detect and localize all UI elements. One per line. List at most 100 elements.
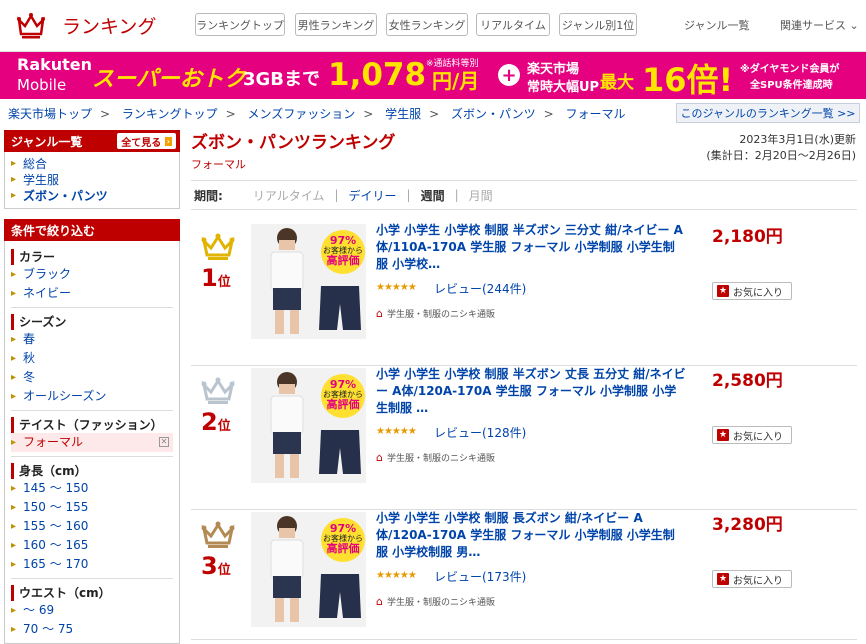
top-header: ランキング ランキングトップ 男性ランキング 女性ランキング リアルタイム ジャ… bbox=[0, 0, 866, 52]
filter-section-waist: ウエスト（cm） bbox=[11, 585, 173, 601]
banner-max: 最大 bbox=[600, 73, 634, 93]
product-title-link[interactable]: 小学 小学生 小学校 制服 長ズボン 紺/ネイビー A体/120A-170A 学… bbox=[376, 510, 686, 561]
nav-ranking-top[interactable]: ランキングトップ bbox=[195, 13, 285, 36]
rank-number: 3位 bbox=[201, 552, 231, 580]
remove-filter-icon[interactable]: ✕ bbox=[159, 437, 169, 447]
rating-stars: ★★★★★ bbox=[376, 570, 417, 581]
review-count-link[interactable]: レビュー(244件) bbox=[434, 280, 526, 297]
genre-list: 総合 学生服 ズボン・パンツ bbox=[4, 152, 180, 209]
genre-item-pants[interactable]: ズボン・パンツ bbox=[11, 188, 173, 204]
crown-icon bbox=[201, 233, 235, 260]
filter-spring[interactable]: 春 bbox=[11, 330, 173, 349]
banner-diamond-note1: ※ダイヤモンド会員が bbox=[740, 64, 840, 75]
banner-line2: 常時大幅UP bbox=[527, 80, 600, 95]
filter-height-160-165[interactable]: 160 ～ 165 bbox=[11, 536, 173, 555]
page-logo-title[interactable]: ランキング bbox=[62, 12, 156, 39]
product-title-link[interactable]: 小学 小学生 小学校 制服 半ズボン 丈長 五分丈 紺/ネイビー A体/120A… bbox=[376, 366, 686, 417]
product-title-link[interactable]: 小学 小学生 小学校 制服 半ズボン 三分丈 紺/ネイビー A体/110A-17… bbox=[376, 222, 686, 273]
product-price: 2,580円 bbox=[712, 371, 783, 391]
filter-height-165-170[interactable]: 165 ～ 170 bbox=[11, 555, 173, 574]
breadcrumb-mens-fashion[interactable]: メンズファッション bbox=[247, 107, 355, 121]
filter-section-color: カラー bbox=[11, 249, 173, 265]
filter-title: 条件で絞り込む bbox=[11, 223, 96, 238]
product-price: 2,180円 bbox=[712, 227, 783, 247]
rating-stars: ★★★★★ bbox=[376, 282, 417, 293]
filter-black[interactable]: ブラック bbox=[11, 265, 173, 284]
shop-house-icon: ⌂ bbox=[376, 451, 383, 464]
add-favorite-button[interactable]: ★ お気に入り bbox=[712, 570, 792, 588]
breadcrumb-rakuten-top[interactable]: 楽天市場トップ bbox=[8, 107, 92, 121]
add-favorite-button[interactable]: ★ お気に入り bbox=[712, 282, 792, 300]
period-selector: 期間: リアルタイム | デイリー | 週間 | 月間 bbox=[191, 180, 857, 210]
promo-banner[interactable]: Rakuten Mobile スーパーおトク 3GBまで 1,078 ※通話料等… bbox=[0, 52, 866, 99]
product-image[interactable]: 97% お客様から 高評価 bbox=[251, 512, 366, 627]
filter-autumn[interactable]: 秋 bbox=[11, 349, 173, 368]
breadcrumb-formal[interactable]: フォーマル bbox=[566, 107, 626, 121]
product-pants-image bbox=[319, 430, 361, 474]
filter-height-150-155[interactable]: 150 ～ 155 bbox=[11, 498, 173, 517]
genre-item-school-uniform[interactable]: 学生服 bbox=[11, 172, 173, 188]
filter-formal-selected[interactable]: フォーマル✕ bbox=[11, 433, 173, 452]
divider bbox=[11, 410, 173, 411]
high-rating-badge: 97% お客様から 高評価 bbox=[321, 518, 365, 562]
other-genre-ranking-link[interactable]: このジャンルのランキング一覧 >> bbox=[676, 103, 860, 123]
high-rating-badge: 97% お客様から 高評価 bbox=[321, 230, 365, 274]
nav-women-ranking[interactable]: 女性ランキング bbox=[386, 13, 468, 36]
product-model-image bbox=[270, 516, 304, 622]
banner-price: 1,078 bbox=[328, 57, 427, 93]
review-count-link[interactable]: レビュー(173件) bbox=[434, 568, 526, 585]
product-image[interactable]: 97% お客様から 高評価 bbox=[251, 224, 366, 339]
nav-realtime[interactable]: リアルタイム bbox=[476, 13, 550, 36]
filter-all-season[interactable]: オールシーズン bbox=[11, 387, 173, 406]
genre-item-overall[interactable]: 総合 bbox=[11, 156, 173, 172]
rating-stars: ★★★★★ bbox=[376, 426, 417, 437]
breadcrumb-school-uniform[interactable]: 学生服 bbox=[385, 107, 421, 121]
shop-name-link[interactable]: ⌂ 学生服・制服のニシキ通販 bbox=[376, 307, 495, 320]
nav-genre-list[interactable]: ジャンル一覧 bbox=[684, 17, 749, 33]
ranking-item: 1位 97% お客様から 高評価 小学 小学生 小学校 制服 半ズボン 三分丈 紺/… bbox=[191, 222, 857, 366]
banner-diamond-note2: 全SPU条件達成時 bbox=[750, 80, 833, 91]
ranking-item: 2位 97% お客様から 高評価 小学 小学生 小学校 制服 半ズボン 丈長 五分丈… bbox=[191, 366, 857, 510]
shop-name-link[interactable]: ⌂ 学生服・制服のニシキ通販 bbox=[376, 451, 495, 464]
plus-icon: + bbox=[498, 64, 520, 86]
filter-winter[interactable]: 冬 bbox=[11, 368, 173, 387]
period-weekly[interactable]: 週間 bbox=[421, 187, 445, 204]
add-favorite-button[interactable]: ★ お気に入り bbox=[712, 426, 792, 444]
banner-3gb: 3GBまで bbox=[243, 69, 321, 90]
review-count-link[interactable]: レビュー(128件) bbox=[434, 424, 526, 441]
crown-icon bbox=[201, 521, 235, 548]
star-icon: ★ bbox=[717, 285, 729, 297]
banner-line1: 楽天市場 bbox=[527, 62, 580, 77]
shop-house-icon: ⌂ bbox=[376, 307, 383, 320]
star-icon: ★ bbox=[717, 573, 729, 585]
filter-section-height: 身長（cm） bbox=[11, 463, 173, 479]
breadcrumb-pants[interactable]: ズボン・パンツ bbox=[451, 107, 536, 121]
product-model-image bbox=[270, 372, 304, 478]
filter-waist-69[interactable]: ～ 69 bbox=[11, 601, 173, 620]
filter-height-155-160[interactable]: 155 ～ 160 bbox=[11, 517, 173, 536]
aggregation-period: (集計日：2月20日～2月26日) bbox=[706, 149, 856, 162]
breadcrumb-ranking-top[interactable]: ランキングトップ bbox=[122, 107, 218, 121]
filter-waist-70-75[interactable]: 70 ～ 75 bbox=[11, 620, 173, 639]
period-realtime[interactable]: リアルタイム bbox=[253, 187, 325, 204]
filter-section-season: シーズン bbox=[11, 314, 173, 330]
shop-name-link[interactable]: ⌂ 学生服・制服のニシキ通販 bbox=[376, 595, 495, 608]
nav-men-ranking[interactable]: 男性ランキング bbox=[295, 13, 377, 36]
page-title: ズボン・パンツランキング bbox=[191, 133, 396, 153]
crown-logo-icon[interactable] bbox=[16, 10, 46, 40]
breadcrumb: 楽天市場トップ > ランキングトップ > メンズファッション > 学生服 > ズボン・パ… bbox=[8, 107, 626, 121]
filter-height-145-150[interactable]: 145 ～ 150 bbox=[11, 479, 173, 498]
show-all-button[interactable]: 全て見る › bbox=[117, 133, 176, 149]
divider bbox=[11, 578, 173, 579]
filter-section-taste: テイスト（ファッション） bbox=[11, 417, 173, 433]
banner-rakuten: Rakuten bbox=[17, 55, 93, 74]
period-daily[interactable]: デイリー bbox=[349, 187, 397, 204]
nav-related-services[interactable]: 関連サービス ⌄ bbox=[780, 17, 859, 33]
filter-navy[interactable]: ネイビー bbox=[11, 284, 173, 303]
nav-genre-first[interactable]: ジャンル別1位 bbox=[559, 13, 637, 36]
filter-header: 条件で絞り込む bbox=[4, 219, 180, 241]
page-subtitle: フォーマル bbox=[191, 158, 246, 171]
period-label: 期間: bbox=[194, 188, 223, 203]
product-image[interactable]: 97% お客様から 高評価 bbox=[251, 368, 366, 483]
chevron-down-icon: ⌄ bbox=[849, 19, 859, 32]
